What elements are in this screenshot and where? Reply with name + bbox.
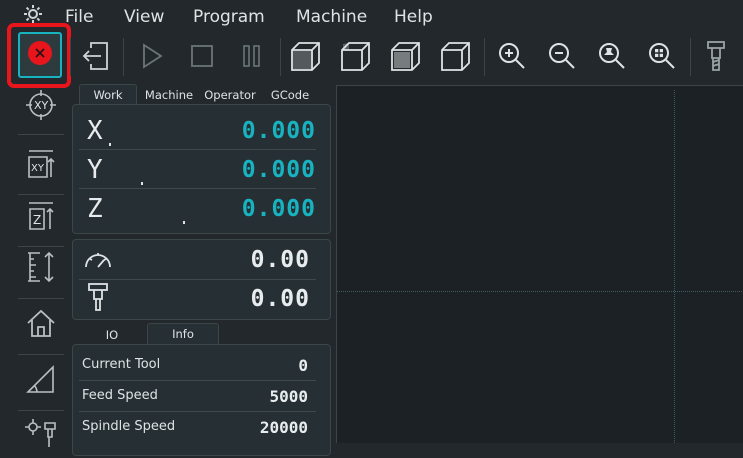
probe-xy-icon: XY [25,147,57,183]
info-label: Spindle Speed [82,419,176,434]
toolbar [0,23,743,88]
play-icon [140,43,164,73]
dro-panel: X 0.000 Y 0.000 Z 0.000 [72,104,331,234]
gear-icon[interactable] [22,3,44,25]
tool-button[interactable] [696,37,736,79]
axis-value-z[interactable]: 0.000 [242,196,316,222]
home-button[interactable] [18,302,64,348]
cube-side-icon [440,40,472,76]
exit-button[interactable] [76,37,116,79]
info-label: Current Tool [82,357,161,372]
dro-row-x: X 0.000 [79,113,316,147]
info-value: 0 [298,356,308,375]
tab-io[interactable]: IO [82,325,142,345]
info-label: Feed Speed [82,388,158,403]
axis-marker-z [183,221,185,224]
run-button[interactable] [132,37,172,79]
zoom-extents-button[interactable] [642,37,682,79]
view-side-button[interactable] [436,37,476,79]
stop-program-button[interactable] [182,37,222,79]
tab-machine[interactable]: Machine [140,84,198,104]
tab-operator[interactable]: Operator [199,84,261,104]
axis-label-z: Z [87,194,103,224]
pause-icon [242,44,262,72]
tool-change-icon [25,417,57,453]
view-iso-button[interactable] [286,37,326,79]
info-row-current-tool: Current Tool 0 [73,345,316,377]
tool-icon [706,40,726,76]
tool-change-button[interactable] [18,412,64,458]
tab-info[interactable]: Info [147,323,219,345]
pause-button[interactable] [232,37,272,79]
zoom-extents-icon [647,41,677,75]
feed-override-value: 0.00 [250,247,310,273]
dro-row-y: Y 0.000 [79,152,316,186]
info-row-feed-speed: Feed Speed 5000 [73,377,316,408]
menu-view[interactable]: View [124,7,164,27]
home-icon [25,307,57,343]
probe-z-button[interactable]: Z [18,194,64,240]
spindle-icon [87,282,109,316]
probe-z-icon: Z [25,199,57,235]
viewport-axis-horizontal [337,291,743,292]
viewport-axis-vertical [674,90,675,443]
zoom-out-icon [547,41,577,75]
axis-marker-x [109,143,111,146]
info-value: 20000 [259,418,308,437]
axis-value-x[interactable]: 0.000 [242,118,316,144]
axis-value-y[interactable]: 0.000 [242,157,316,183]
cube-iso-icon [290,40,322,76]
speeds-panel: 0.00 0.00 [72,239,331,320]
svg-text:Z: Z [33,213,41,227]
square-stop-icon [190,44,214,72]
dro-row-z: Z 0.000 [79,191,316,225]
exit-icon [81,40,111,76]
zoom-out-button[interactable] [542,37,582,79]
info-value: 5000 [269,387,308,406]
stop-icon [27,40,53,70]
angle-icon [25,363,57,399]
probe-xy-button[interactable]: XY [18,142,64,188]
cube-front-icon [340,40,372,76]
zero-xy-button[interactable]: XY [18,84,64,130]
emergency-stop-button[interactable] [18,32,62,78]
toolpath-viewport[interactable] [336,85,743,443]
zoom-fit-button[interactable] [592,37,632,79]
axis-label-y: Y [87,155,103,185]
feed-gauge-icon [83,247,113,275]
axis-marker-y [141,182,143,185]
left-toolbar: XY XY Z [0,82,70,447]
menu-program[interactable]: Program [193,7,265,27]
tool-length-icon [25,251,57,287]
tab-gcode[interactable]: GCode [264,84,316,104]
menu-file[interactable]: File [65,7,93,27]
zoom-fit-icon [597,41,627,75]
tab-work[interactable]: Work [79,84,137,105]
svg-text:XY: XY [34,99,49,112]
view-top-button[interactable] [386,37,426,79]
menu-bar: File View Program Machine Help [0,0,743,32]
menu-help[interactable]: Help [394,7,433,27]
info-panel: Current Tool 0 Feed Speed 5000 Spindle S… [72,344,331,456]
angle-button[interactable] [18,358,64,404]
menu-machine[interactable]: Machine [296,7,367,27]
zoom-in-button[interactable] [492,37,532,79]
tool-length-button[interactable] [18,246,64,292]
svg-text:XY: XY [31,163,45,174]
spindle-override-value: 0.00 [250,286,310,312]
cube-top-icon [390,40,422,76]
zero-xy-icon: XY [25,89,57,125]
zoom-in-icon [497,41,527,75]
view-front-button[interactable] [336,37,376,79]
info-row-spindle-speed: Spindle Speed 20000 [73,408,316,439]
axis-label-x: X [87,116,103,146]
